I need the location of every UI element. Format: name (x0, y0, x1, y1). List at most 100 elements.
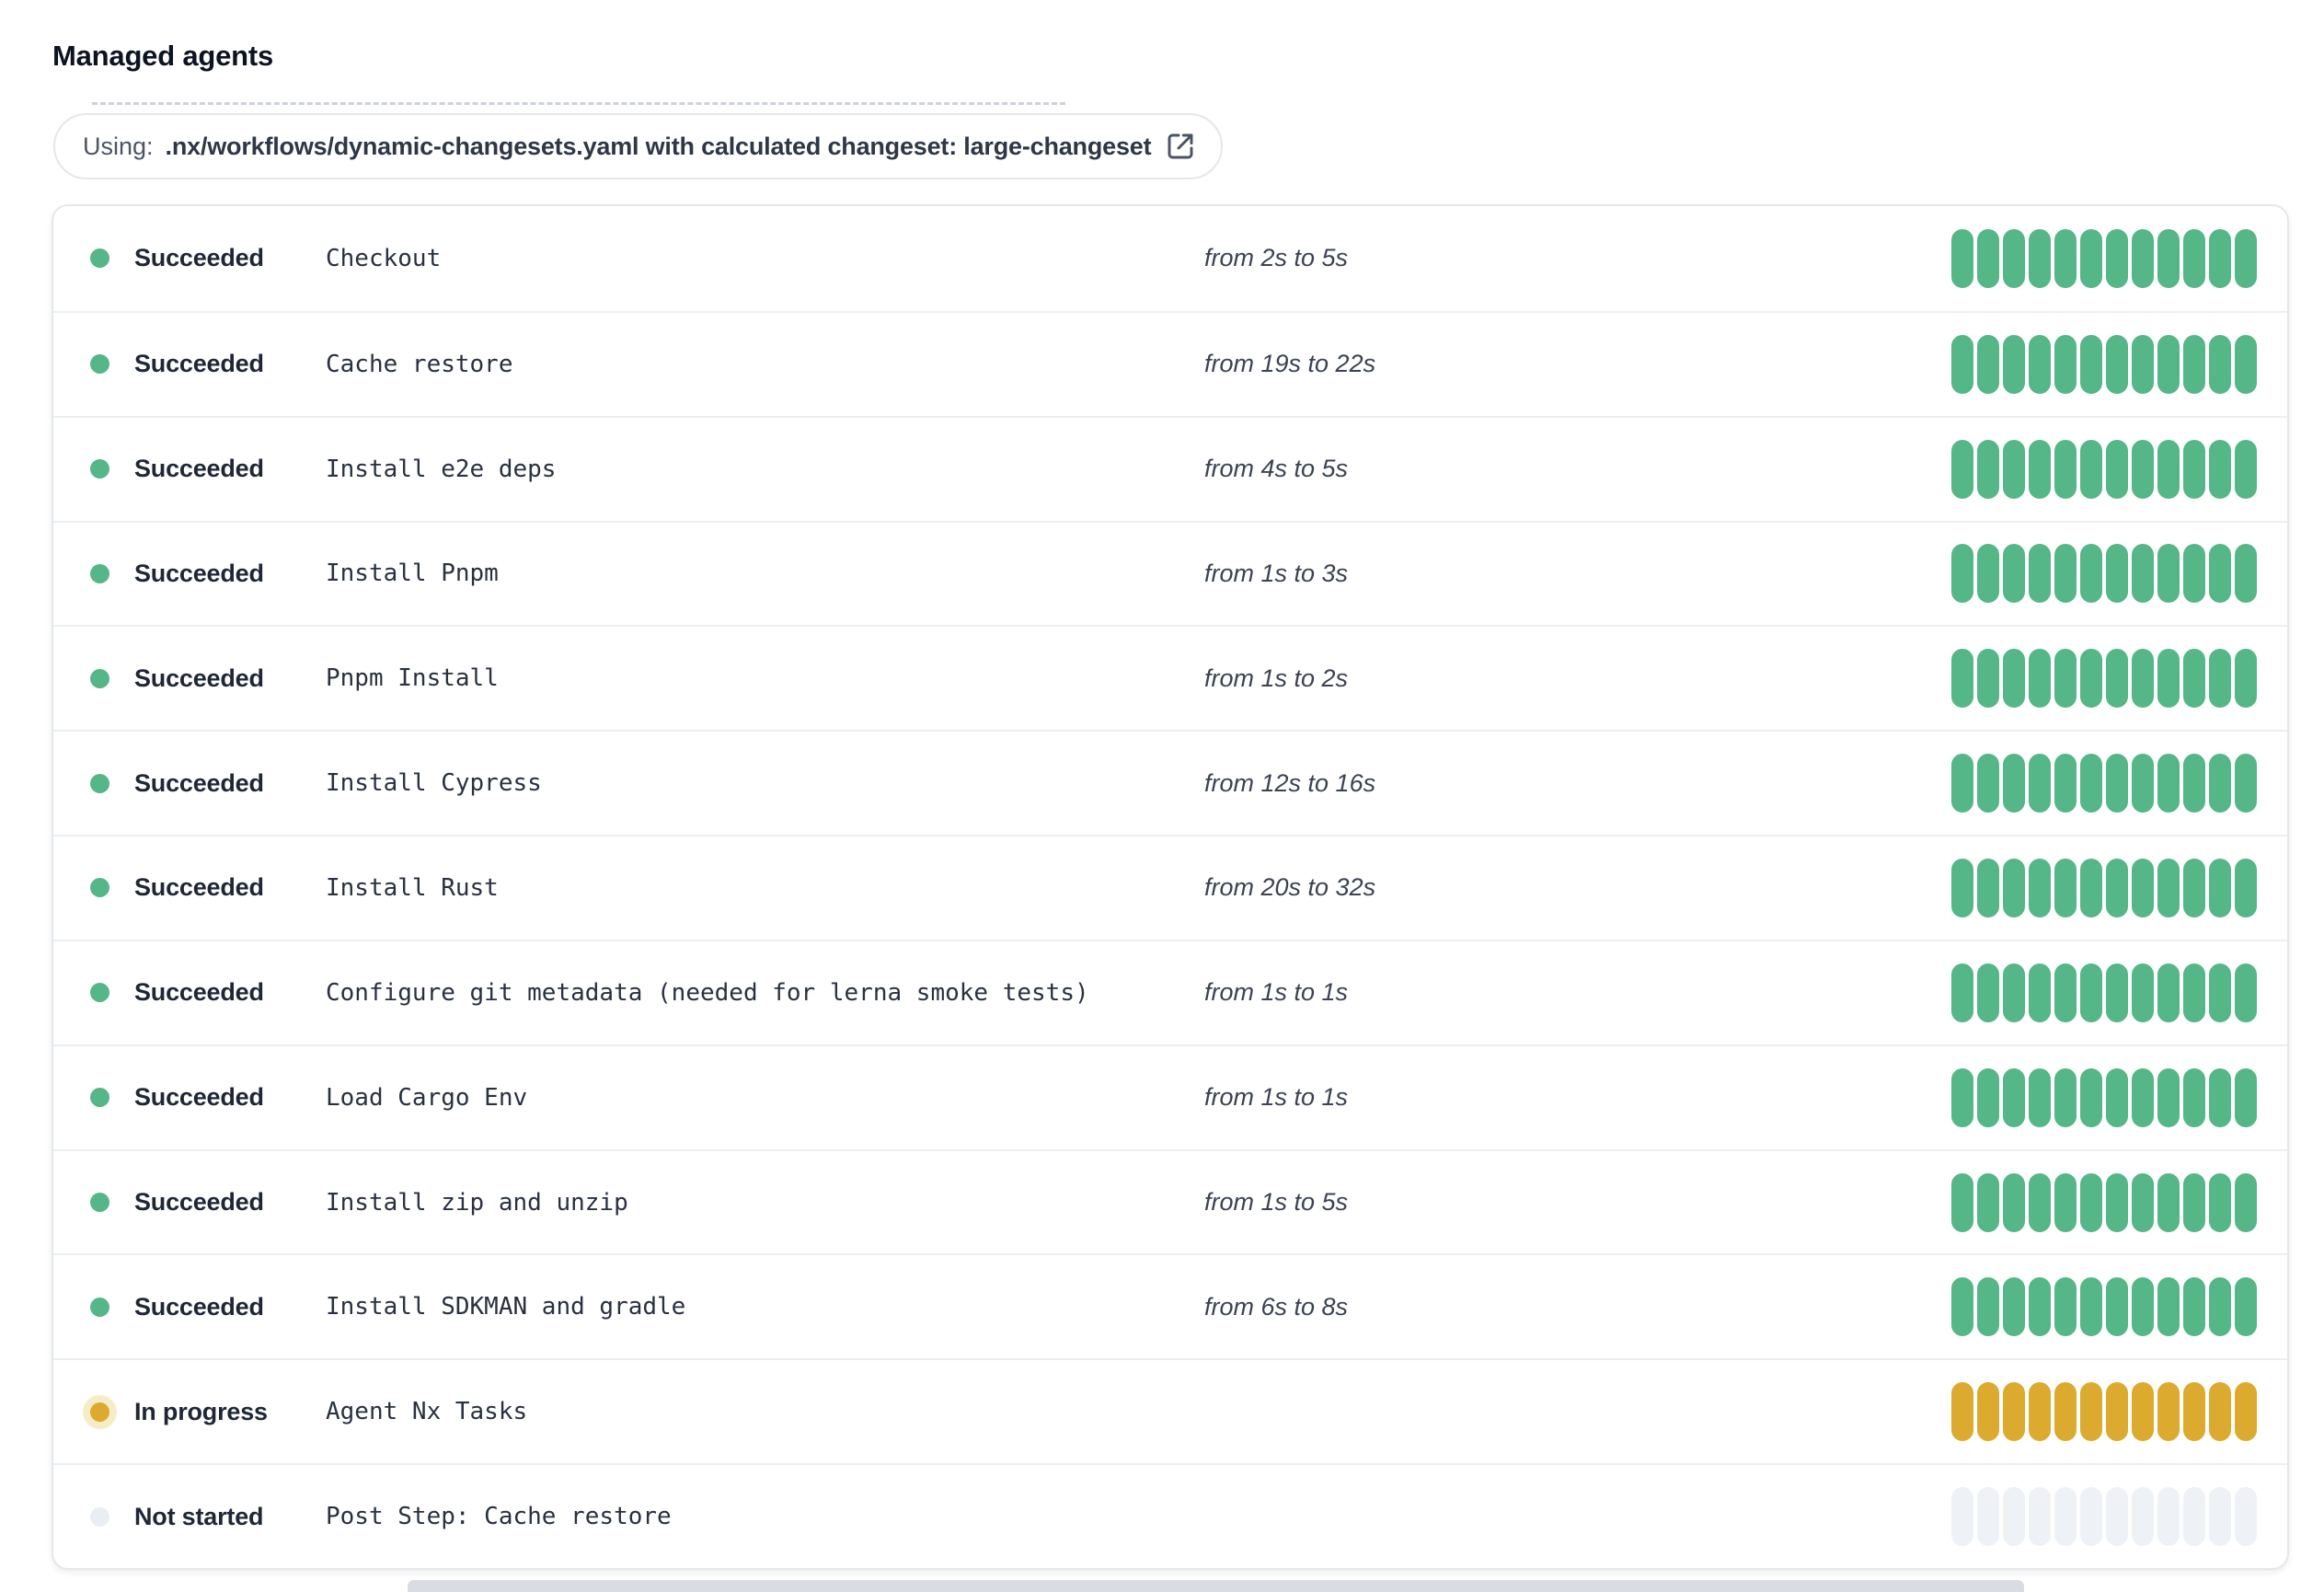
progress-segment (2054, 439, 2077, 499)
progress-segments (1951, 1382, 2257, 1442)
progress-segment (2003, 544, 2025, 604)
status-dot-icon (90, 1193, 109, 1213)
progress-segment (2080, 228, 2102, 288)
progress-segment (2080, 649, 2102, 709)
duration-range: from 1s to 2s (1204, 663, 1349, 692)
step-name: Configure git metadata (needed for lerna… (326, 978, 1089, 1007)
progress-segment (2080, 544, 2102, 604)
duration-range: from 2s to 5s (1204, 244, 1349, 272)
progress-segment (2235, 1382, 2257, 1442)
progress-segment (2235, 334, 2257, 394)
status-label: Succeeded (134, 663, 264, 692)
progress-segments (1951, 544, 2257, 604)
workflow-banner[interactable]: Using: .nx/workflows/dynamic-changesets.… (53, 113, 1224, 179)
progress-segment (2029, 1277, 2051, 1337)
progress-segment (2106, 963, 2128, 1022)
external-link-icon[interactable] (1166, 132, 1195, 161)
step-name: Pnpm Install (326, 664, 499, 693)
agent-step-row: Succeeded Install e2e deps from 4s to 5s (53, 415, 2287, 521)
progress-segment (2054, 649, 2077, 709)
progress-segment (2209, 1382, 2231, 1442)
agents-list: Succeeded Checkout from 2s to 5s Succeed… (52, 204, 2289, 1570)
progress-segment (2132, 963, 2154, 1022)
progress-segment (2235, 858, 2257, 917)
progress-segment (2132, 1067, 2154, 1127)
progress-segment (2003, 1067, 2025, 1127)
progress-segment (2003, 858, 2025, 917)
progress-segment (1977, 963, 1999, 1022)
step-name: Cache restore (326, 350, 513, 378)
progress-segment (2183, 1277, 2205, 1337)
progress-segment (2209, 1487, 2231, 1547)
agent-step-row: In progress Agent Nx Tasks (53, 1358, 2287, 1463)
progress-segment (1951, 1487, 1973, 1547)
progress-segments (1951, 649, 2257, 709)
progress-segment (2157, 228, 2180, 288)
progress-segment (1977, 754, 1999, 813)
duration-range: from 1s to 3s (1204, 559, 1349, 587)
progress-segment (1951, 1382, 1973, 1442)
status-dot-icon (90, 983, 109, 1003)
progress-segment (2157, 439, 2180, 499)
progress-segment (2235, 439, 2257, 499)
status-label: Succeeded (134, 978, 264, 1007)
status-dot-icon (90, 1402, 109, 1422)
managed-agents-panel: Managed agents Using: .nx/workflows/dyna… (0, 0, 2324, 1592)
progress-segment (2157, 858, 2180, 917)
progress-segment (2209, 1277, 2231, 1337)
progress-segment (2157, 754, 2180, 813)
progress-segment (2183, 649, 2205, 709)
progress-segment (2157, 1172, 2180, 1232)
progress-segment (1977, 649, 1999, 709)
progress-segment (2054, 228, 2077, 288)
progress-segment (2080, 439, 2102, 499)
progress-segment (1977, 858, 1999, 917)
progress-segment (2003, 1277, 2025, 1337)
progress-segment (2029, 858, 2051, 917)
progress-segment (2054, 1487, 2077, 1547)
progress-segment (2003, 334, 2025, 394)
progress-segment (2132, 858, 2154, 917)
step-name: Install Cypress (326, 769, 542, 798)
progress-segment (2183, 439, 2205, 499)
progress-segment (1977, 1487, 1999, 1547)
agent-step-row: Succeeded Install Cypress from 12s to 16… (53, 730, 2287, 835)
progress-segment (2157, 1277, 2180, 1337)
step-name: Install SDKMAN and gradle (326, 1293, 686, 1321)
progress-segment (2003, 963, 2025, 1022)
progress-segment (2029, 1172, 2051, 1232)
agent-step-row: Not started Post Step: Cache restore (53, 1463, 2287, 1568)
progress-segment (1977, 544, 1999, 604)
progress-segment (2183, 963, 2205, 1022)
progress-segment (2209, 439, 2231, 499)
status-label: Succeeded (134, 455, 264, 483)
progress-segment (2157, 1067, 2180, 1127)
duration-range: from 20s to 32s (1204, 873, 1376, 902)
progress-segment (1951, 649, 1973, 709)
status-dot-icon (90, 1297, 109, 1317)
step-name: Load Cargo Env (326, 1083, 528, 1112)
progress-segment (1977, 228, 1999, 288)
progress-segment (2080, 1277, 2102, 1337)
progress-segment (2132, 544, 2154, 604)
progress-segment (2183, 1172, 2205, 1232)
progress-segment (2132, 439, 2154, 499)
progress-segments (1951, 754, 2257, 813)
progress-segment (2209, 963, 2231, 1022)
progress-segment (2132, 334, 2154, 394)
progress-segment (2106, 754, 2128, 813)
agent-step-row: Succeeded Load Cargo Env from 1s to 1s (53, 1044, 2287, 1149)
progress-segment (1977, 334, 1999, 394)
progress-segment (2132, 228, 2154, 288)
progress-segment (2029, 1067, 2051, 1127)
progress-segments (1951, 963, 2257, 1022)
progress-segment (2132, 1172, 2154, 1232)
progress-segment (2106, 544, 2128, 604)
progress-segment (1977, 439, 1999, 499)
progress-segment (2106, 1172, 2128, 1232)
progress-segment (2029, 439, 2051, 499)
status-label: Succeeded (134, 873, 264, 902)
workflow-banner-prefix: Using: (83, 132, 154, 160)
status-dot-icon (90, 563, 109, 583)
progress-segment (2157, 544, 2180, 604)
